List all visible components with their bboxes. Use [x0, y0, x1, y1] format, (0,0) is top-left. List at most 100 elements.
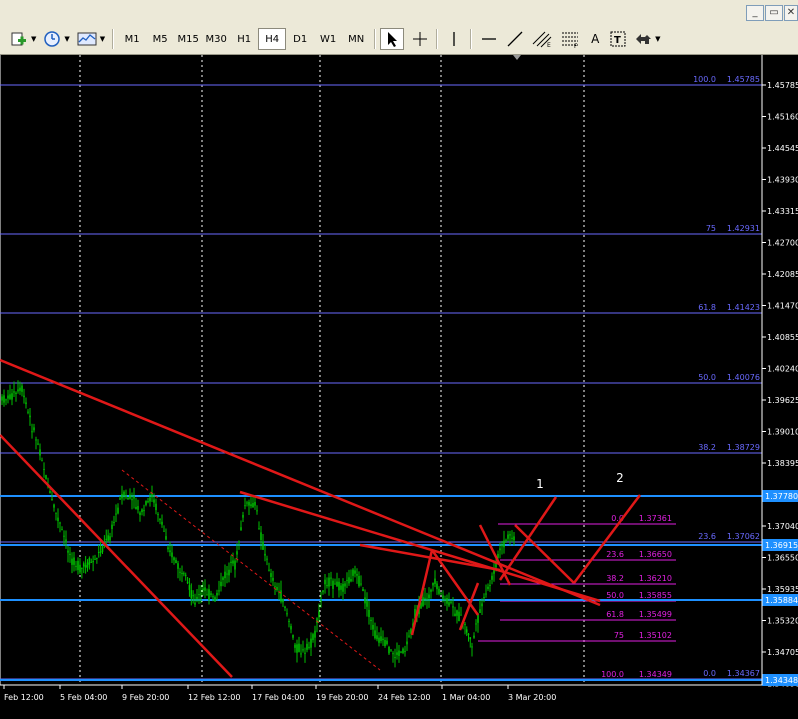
- restore-button[interactable]: ▭: [765, 5, 783, 21]
- candle-body: [153, 499, 155, 503]
- candle-body: [252, 503, 254, 508]
- cursor-tool[interactable]: [380, 28, 405, 50]
- candle-body: [163, 530, 165, 532]
- candle-body: [302, 649, 304, 651]
- price-chart[interactable]: 100.0 1.45785 75 1.42931 61.8 1.41423 50.0 1.40…: [0, 55, 798, 715]
- candle-body: [324, 579, 326, 585]
- equidistant-channel-tool[interactable]: E: [528, 28, 556, 50]
- candle-body: [65, 539, 67, 543]
- timeframe-m5-button[interactable]: M5: [146, 28, 174, 50]
- candle-body: [5, 399, 7, 401]
- candle-body: [402, 648, 404, 653]
- chart-background: [0, 55, 798, 715]
- svg-text:F: F: [574, 43, 578, 48]
- fib-small-level-label: 38.2: [606, 574, 624, 583]
- vertical-line-tool[interactable]: [442, 28, 466, 50]
- candle-body: [262, 541, 264, 550]
- clock-icon: [44, 31, 61, 47]
- price-tick-label: 1.45785: [767, 81, 798, 90]
- candle-body: [113, 521, 115, 523]
- candle-body: [3, 395, 5, 403]
- candle-body: [400, 651, 402, 653]
- candle-body: [326, 585, 328, 587]
- trendline-tool[interactable]: [502, 28, 528, 50]
- cursor-icon: [388, 32, 398, 47]
- timeframe-h4-button[interactable]: H4: [258, 28, 287, 50]
- candle-body: [97, 552, 100, 554]
- history-button[interactable]: ▼: [39, 28, 72, 50]
- candle-body: [350, 579, 352, 582]
- time-tick-label: 1 Mar 04:00: [442, 693, 490, 702]
- timeframe-mn-button[interactable]: MN: [342, 28, 370, 50]
- minimize-button[interactable]: _: [746, 5, 764, 21]
- candle-body: [109, 536, 111, 541]
- candle-body: [81, 567, 83, 569]
- timeframe-d1-button[interactable]: D1: [286, 28, 314, 50]
- candle-body: [86, 562, 89, 568]
- candle-body: [270, 573, 272, 577]
- text-tool[interactable]: A: [584, 28, 606, 50]
- arrows-tool[interactable]: ▼: [630, 28, 663, 50]
- timeframe-w1-button[interactable]: W1: [314, 28, 342, 50]
- candle-body: [29, 415, 31, 418]
- text-label-tool[interactable]: T: [606, 28, 630, 50]
- candle-body: [300, 653, 302, 655]
- price-tick-label: 1.39010: [767, 428, 798, 437]
- new-chart-button[interactable]: ▼: [6, 28, 39, 50]
- fib-small-price-label: 1.34349: [639, 670, 672, 679]
- horizontal-line-tool[interactable]: [476, 28, 502, 50]
- candle-body: [73, 557, 75, 565]
- fib-small-level-label: 100.0: [601, 670, 624, 679]
- candle-body: [364, 597, 366, 604]
- toolbar-separator: [112, 29, 115, 49]
- candle-body: [266, 558, 268, 560]
- candle-body: [200, 593, 202, 595]
- price-tick-label: 1.36550: [767, 554, 798, 563]
- chart-canvas[interactable]: 100.0 1.45785 75 1.42931 61.8 1.41423 50.0 1.40…: [0, 55, 798, 715]
- candle-body: [9, 394, 11, 399]
- price-marker-label: 1.35884: [765, 596, 798, 605]
- candle-body: [382, 638, 384, 641]
- price-tick-label: 1.44545: [767, 144, 798, 153]
- price-tick-label: 1.35935: [767, 585, 798, 594]
- candle-body: [346, 579, 348, 581]
- candle-body: [268, 569, 270, 571]
- candle-body: [376, 635, 378, 640]
- templates-button[interactable]: ▼: [73, 28, 108, 50]
- fib-small-price-label: 1.35855: [639, 591, 672, 600]
- candle-body: [220, 581, 222, 587]
- candle-body: [312, 634, 314, 641]
- candle-body: [129, 494, 131, 499]
- trendline-icon: [507, 31, 523, 47]
- candle-body: [161, 521, 163, 525]
- candle-body: [344, 583, 346, 587]
- candle-body: [25, 402, 27, 405]
- timeframe-m1-button[interactable]: M1: [118, 28, 146, 50]
- fib-small-price-label: 1.37361: [639, 514, 672, 523]
- candle-body: [127, 497, 129, 500]
- fibonacci-tool[interactable]: F: [556, 28, 584, 50]
- candle-body: [406, 641, 408, 645]
- candle-body: [51, 499, 53, 501]
- candle-body: [426, 598, 428, 600]
- close-button[interactable]: ✕: [784, 5, 798, 21]
- candle-body: [314, 630, 316, 638]
- candle-body: [362, 589, 364, 592]
- candle-body: [228, 569, 230, 576]
- candle-body: [354, 570, 356, 574]
- candle-body: [157, 514, 159, 516]
- fib-small-level-label: 50.0: [606, 591, 624, 600]
- candle-body: [90, 561, 93, 563]
- candle-body: [115, 513, 117, 515]
- candle-body: [137, 506, 139, 510]
- timeframe-m30-button[interactable]: M30: [202, 28, 230, 50]
- timeframe-m15-button[interactable]: M15: [174, 28, 202, 50]
- candle-body: [448, 602, 450, 606]
- candle-body: [49, 491, 51, 494]
- candle-body: [465, 629, 468, 633]
- candle-body: [464, 623, 466, 625]
- candle-body: [276, 587, 278, 590]
- time-tick-label: 17 Feb 04:00: [252, 693, 304, 702]
- crosshair-tool[interactable]: [408, 28, 432, 50]
- timeframe-h1-button[interactable]: H1: [230, 28, 258, 50]
